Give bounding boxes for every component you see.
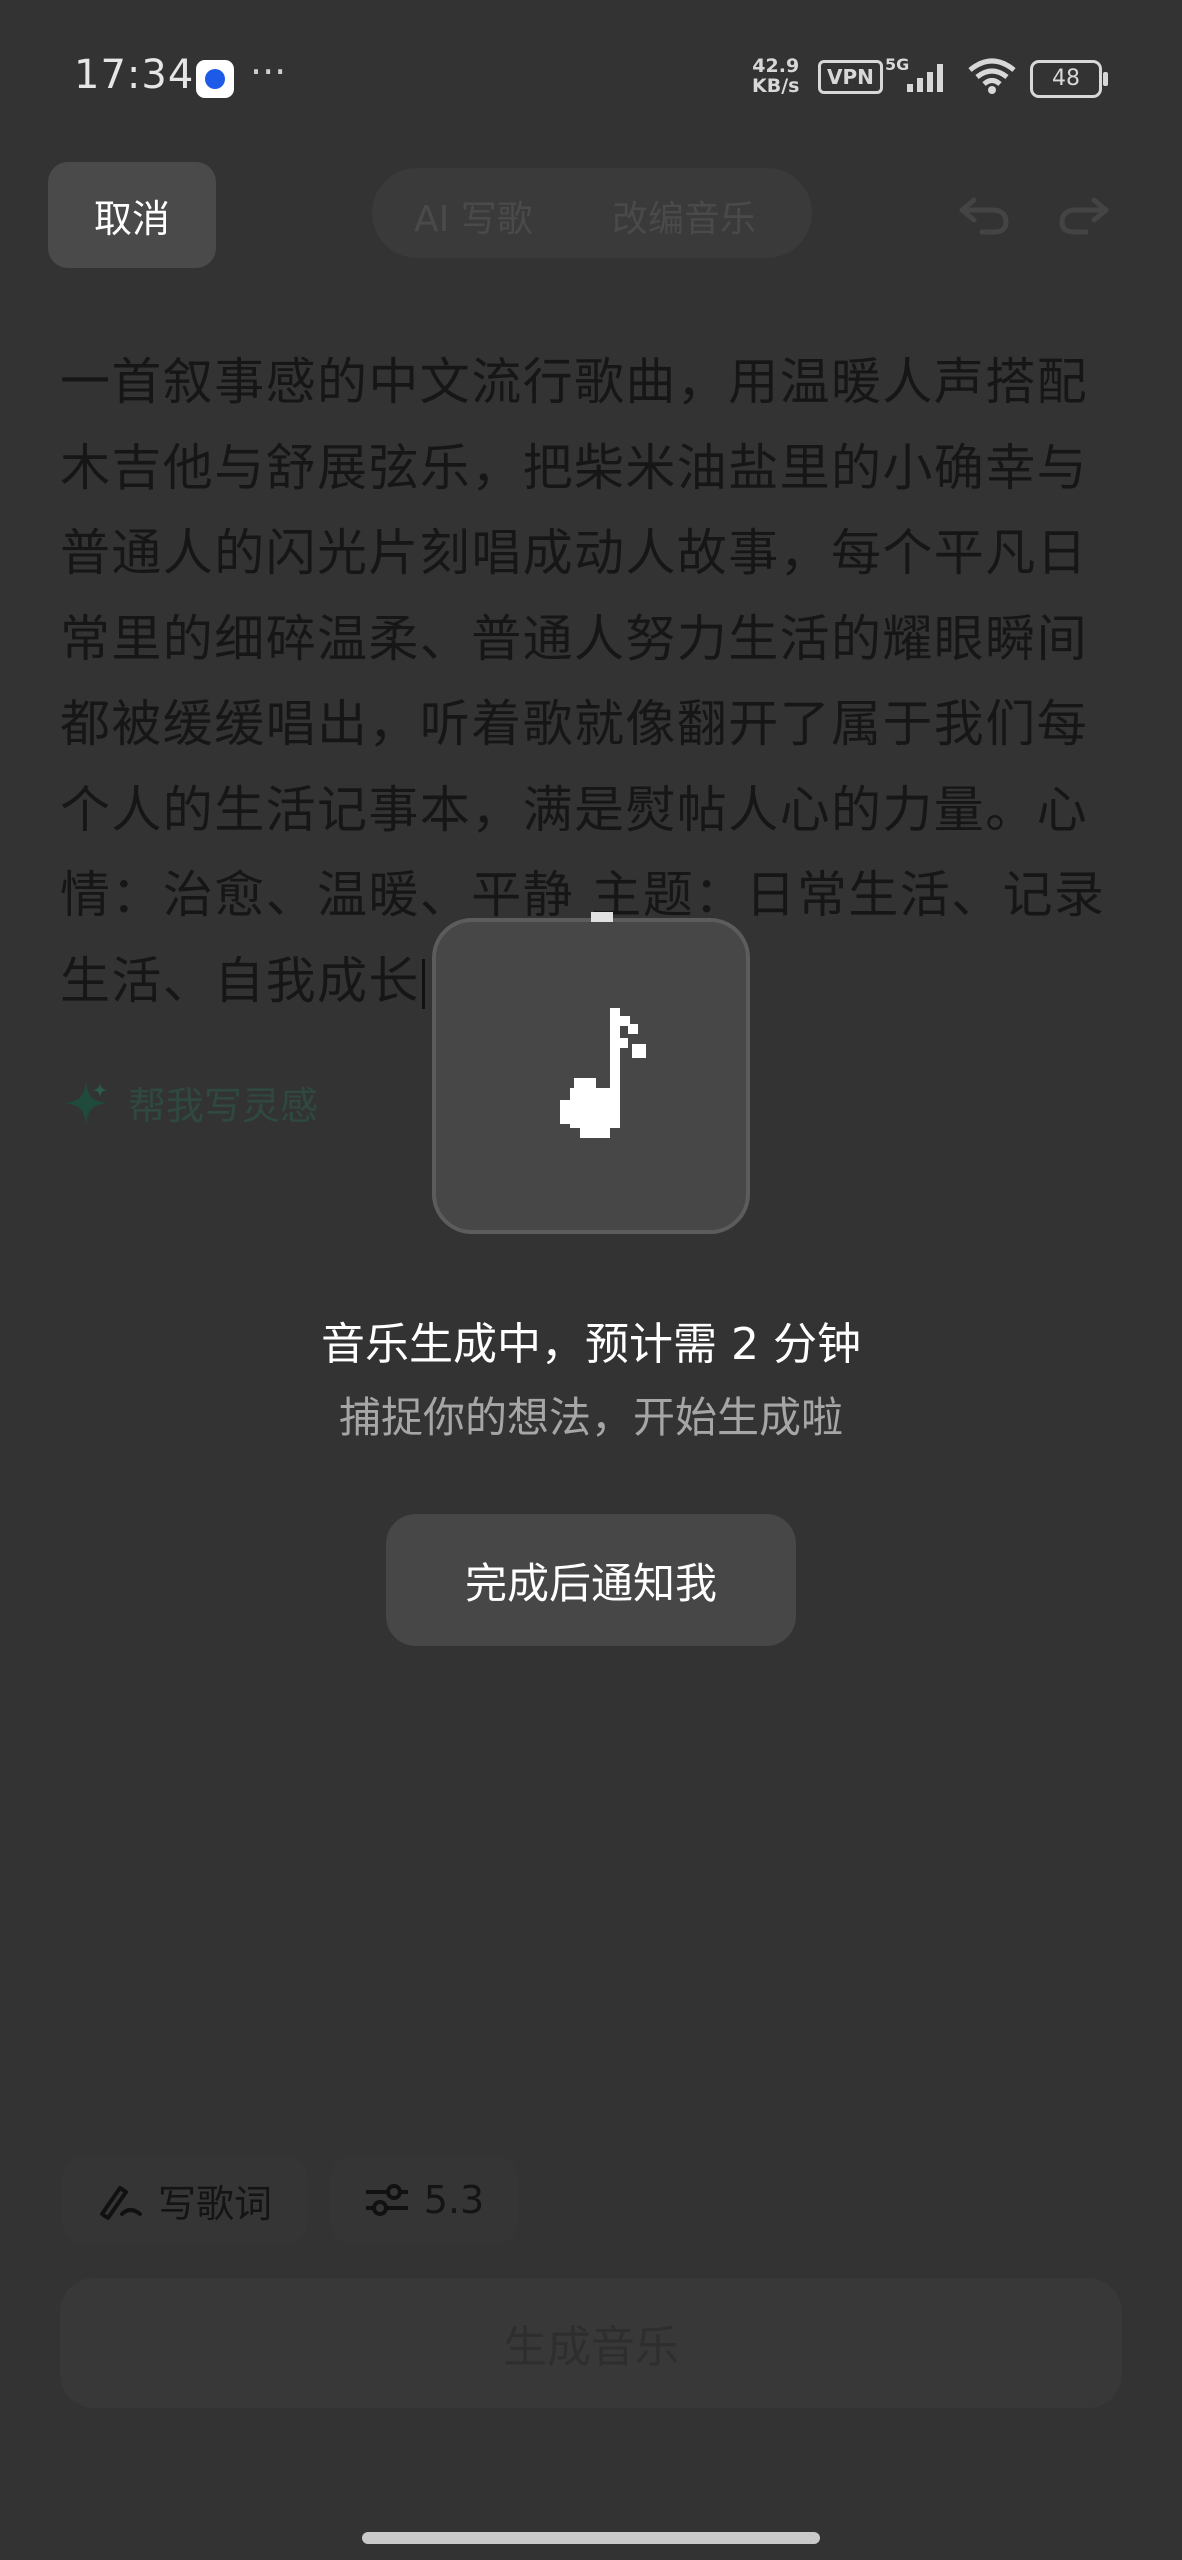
inspire-label: 帮我写灵感 xyxy=(128,1084,319,1128)
speed-value: 42.9 xyxy=(752,55,800,77)
undo-icon[interactable] xyxy=(958,190,1012,240)
redo-icon[interactable] xyxy=(1056,190,1110,240)
generating-subtitle: 捕捉你的想法，开始生成啦 xyxy=(338,1393,843,1442)
sliders-icon xyxy=(365,2184,408,2216)
inspire-button[interactable]: 帮我写灵感 xyxy=(62,1075,318,1130)
network-speed: 42.9 KB/s xyxy=(752,56,799,96)
wifi-icon xyxy=(966,58,1018,98)
network-type: 5G xyxy=(885,56,909,74)
status-time: 17:34 xyxy=(74,52,195,98)
progress-tick xyxy=(591,912,613,922)
generating-title: 音乐生成中，预计需 2 分钟 xyxy=(321,1319,861,1370)
write-lyrics-label: 写歌词 xyxy=(157,2181,272,2226)
sparkle-icon xyxy=(64,1080,108,1125)
battery-indicator: 48 xyxy=(1030,60,1108,98)
more-notifications-icon: ··· xyxy=(250,50,287,94)
notify-me-button[interactable]: 完成后通知我 xyxy=(386,1514,796,1646)
app-notification-icon xyxy=(196,60,234,98)
speed-unit: KB/s xyxy=(752,75,800,97)
write-lyrics-button[interactable]: 写歌词 xyxy=(62,2156,308,2244)
text-caret xyxy=(421,959,425,1009)
home-indicator[interactable] xyxy=(362,2532,820,2544)
settings-button[interactable]: 5.3 xyxy=(330,2156,518,2244)
pen-icon xyxy=(99,2186,142,2220)
prompt-text: 一首叙事感的中文流行歌曲，用温暖人声搭配木吉他与舒展弦乐，把柴米油盐里的小确幸与… xyxy=(60,353,1106,1010)
tab-adapt-music[interactable]: 改编音乐 xyxy=(612,190,756,242)
cellular-signal-icon: 5G xyxy=(885,55,955,100)
tab-ai-write[interactable]: AI 写歌 xyxy=(414,190,533,242)
vpn-badge: VPN xyxy=(818,60,883,94)
music-note-icon xyxy=(530,1008,654,1152)
cancel-button[interactable]: 取消 xyxy=(48,162,216,268)
model-version-label: 5.3 xyxy=(423,2178,485,2222)
generate-music-button[interactable]: 生成音乐 xyxy=(60,2278,1122,2408)
